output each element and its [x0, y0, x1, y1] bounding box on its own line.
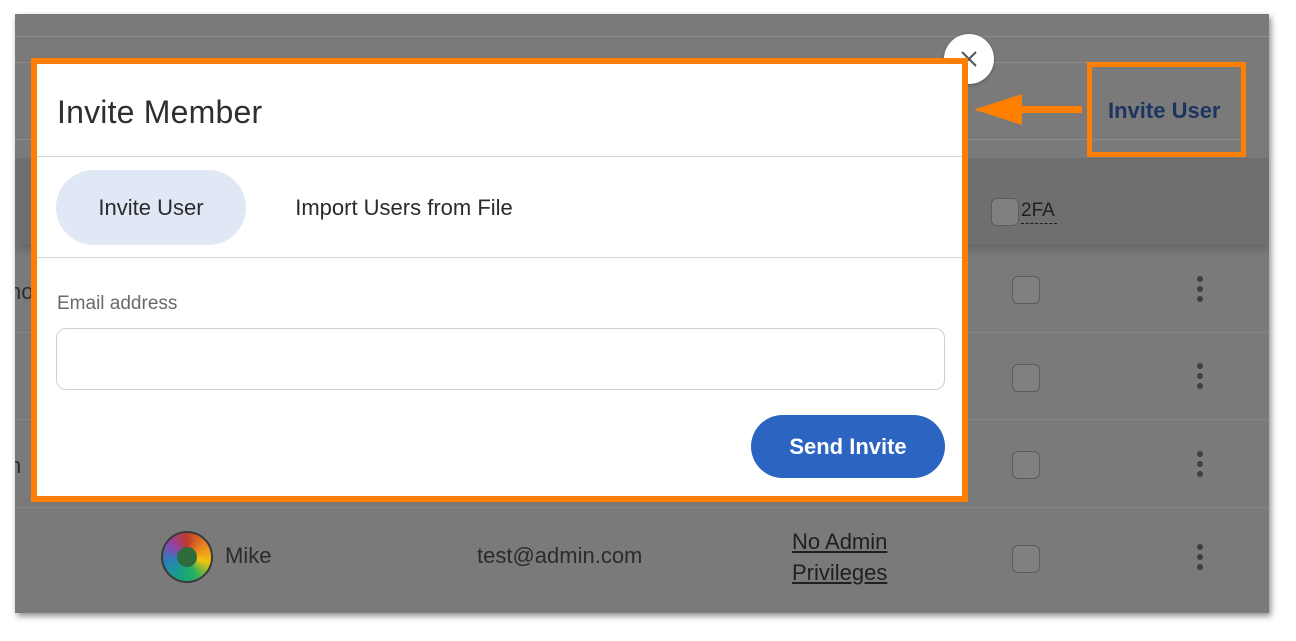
arrow-left-icon — [974, 94, 1082, 125]
privileges-line2: Privileges — [792, 560, 888, 585]
header-select-all-checkbox[interactable] — [991, 198, 1019, 226]
row-2fa-checkbox[interactable] — [1012, 364, 1040, 392]
row-divider — [15, 507, 1269, 508]
privileges-line1: No Admin — [792, 529, 888, 554]
row-name-partial: n — [15, 453, 22, 478]
send-invite-button[interactable]: Send Invite — [751, 415, 945, 478]
row-2fa-checkbox[interactable] — [1012, 451, 1040, 479]
member-email: test@admin.com — [477, 543, 643, 568]
tab-invite-user[interactable]: Invite User — [56, 170, 246, 245]
row-2fa-checkbox[interactable] — [1012, 545, 1040, 573]
modal-title: Invite Member — [57, 94, 263, 130]
privileges-link[interactable]: No Admin Privileges — [792, 526, 887, 588]
top-divider — [15, 36, 1269, 37]
invite-member-modal: Invite Member Invite User Import Users f… — [31, 58, 968, 502]
divider — [37, 257, 962, 258]
avatar — [161, 531, 213, 583]
column-header-2fa[interactable]: 2FA — [1021, 200, 1057, 224]
member-name: Mike — [225, 543, 272, 568]
row-2fa-checkbox[interactable] — [1012, 276, 1040, 304]
row-menu-icon[interactable] — [1197, 276, 1203, 302]
email-label: Email address — [57, 293, 178, 314]
divider — [37, 156, 962, 157]
row-menu-icon[interactable] — [1197, 544, 1203, 570]
email-field[interactable] — [56, 328, 945, 390]
row-menu-icon[interactable] — [1197, 363, 1203, 389]
tab-import-users[interactable]: Import Users from File — [279, 170, 529, 245]
invite-user-highlight — [1087, 62, 1246, 157]
row-menu-icon[interactable] — [1197, 451, 1203, 477]
